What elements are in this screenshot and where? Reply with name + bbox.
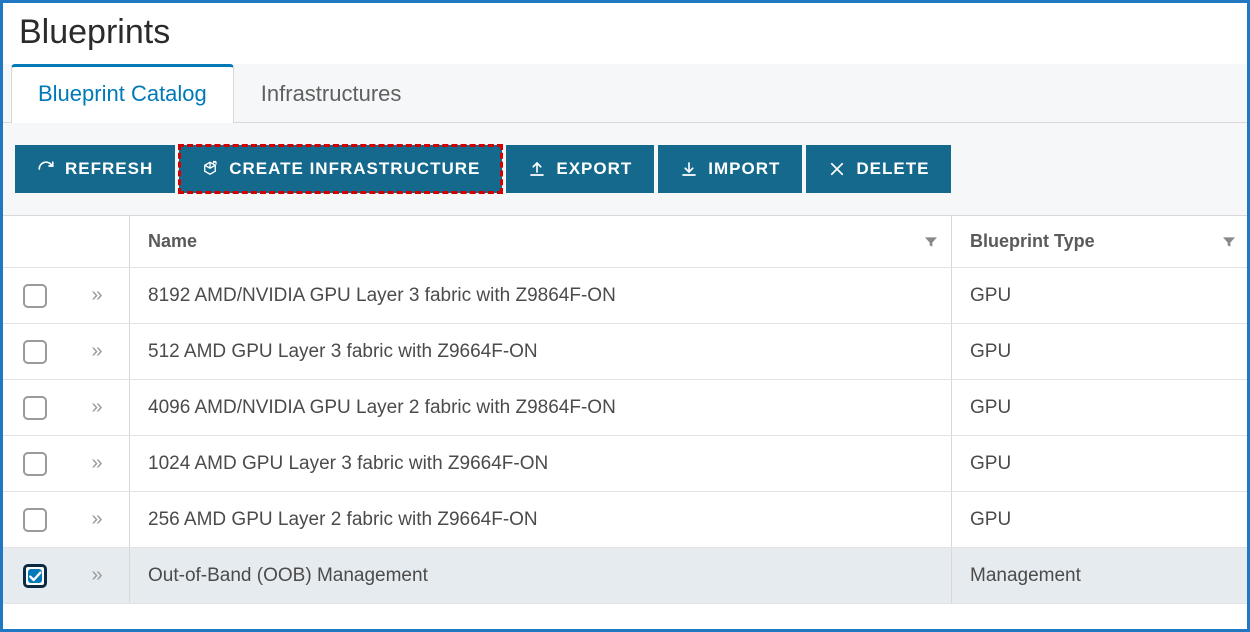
close-icon	[828, 160, 846, 178]
cell-type: GPU	[951, 268, 1211, 323]
tab-blueprint-catalog[interactable]: Blueprint Catalog	[11, 64, 234, 123]
tab-label: Blueprint Catalog	[38, 81, 207, 106]
tab-infrastructures[interactable]: Infrastructures	[234, 66, 429, 123]
column-header-label: Name	[148, 231, 197, 252]
tabs-area: Blueprint Catalog Infrastructures REFRES…	[3, 64, 1247, 215]
expand-row-icon[interactable]: »	[65, 396, 129, 419]
row-checkbox[interactable]	[23, 396, 47, 420]
toolbar-wrap: REFRESH CREATE INFRASTRUCTURE EXPORT IMP…	[3, 123, 1247, 215]
delete-button[interactable]: DELETE	[806, 145, 951, 193]
import-icon	[680, 160, 698, 178]
cell-name: 8192 AMD/NVIDIA GPU Layer 3 fabric with …	[129, 268, 911, 323]
cell-name: 256 AMD GPU Layer 2 fabric with Z9664F-O…	[129, 492, 911, 547]
import-button[interactable]: IMPORT	[658, 145, 802, 193]
blueprints-table: Name Blueprint Type »8192 AMD/NVIDIA GPU…	[3, 215, 1247, 604]
button-label: DELETE	[856, 159, 929, 179]
row-checkbox[interactable]	[23, 452, 47, 476]
column-header-name[interactable]: Name	[129, 216, 911, 267]
expand-row-icon[interactable]: »	[65, 564, 129, 587]
expand-row-icon[interactable]: »	[65, 452, 129, 475]
export-icon	[528, 160, 546, 178]
table-row: »4096 AMD/NVIDIA GPU Layer 2 fabric with…	[3, 380, 1247, 436]
page-title: Blueprints	[3, 3, 1247, 58]
refresh-icon	[37, 160, 55, 178]
table-row: »Out-of-Band (OOB) Management Management	[3, 548, 1247, 604]
table-row: »256 AMD GPU Layer 2 fabric with Z9664F-…	[3, 492, 1247, 548]
cube-arrow-icon	[201, 160, 219, 178]
row-checkbox[interactable]	[23, 564, 47, 588]
row-checkbox[interactable]	[23, 508, 47, 532]
column-header-label: Blueprint Type	[970, 231, 1095, 252]
button-label: EXPORT	[556, 159, 632, 179]
cell-name: 4096 AMD/NVIDIA GPU Layer 2 fabric with …	[129, 380, 911, 435]
expand-row-icon[interactable]: »	[65, 284, 129, 307]
filter-name-icon[interactable]	[911, 216, 951, 267]
button-label: REFRESH	[65, 159, 153, 179]
cell-type: GPU	[951, 380, 1211, 435]
cell-name: 512 AMD GPU Layer 3 fabric with Z9664F-O…	[129, 324, 911, 379]
toolbar: REFRESH CREATE INFRASTRUCTURE EXPORT IMP…	[15, 145, 1235, 193]
cell-type: GPU	[951, 324, 1211, 379]
filter-type-icon[interactable]	[1211, 216, 1247, 267]
button-label: CREATE INFRASTRUCTURE	[229, 159, 480, 179]
refresh-button[interactable]: REFRESH	[15, 145, 175, 193]
table-header-row: Name Blueprint Type	[3, 216, 1247, 268]
column-header-type[interactable]: Blueprint Type	[951, 216, 1211, 267]
cell-type: Management	[951, 548, 1211, 603]
table-row: »512 AMD GPU Layer 3 fabric with Z9664F-…	[3, 324, 1247, 380]
row-checkbox[interactable]	[23, 340, 47, 364]
cell-name: Out-of-Band (OOB) Management	[129, 548, 911, 603]
cell-type: GPU	[951, 492, 1211, 547]
cell-type: GPU	[951, 436, 1211, 491]
table-row: »1024 AMD GPU Layer 3 fabric with Z9664F…	[3, 436, 1247, 492]
create-infrastructure-button[interactable]: CREATE INFRASTRUCTURE	[179, 145, 502, 193]
button-label: IMPORT	[708, 159, 780, 179]
row-checkbox[interactable]	[23, 284, 47, 308]
expand-row-icon[interactable]: »	[65, 508, 129, 531]
app-frame: Blueprints Blueprint Catalog Infrastruct…	[0, 0, 1250, 632]
tab-bar: Blueprint Catalog Infrastructures	[3, 64, 1247, 123]
expand-row-icon[interactable]: »	[65, 340, 129, 363]
tab-label: Infrastructures	[261, 81, 402, 106]
cell-name: 1024 AMD GPU Layer 3 fabric with Z9664F-…	[129, 436, 911, 491]
table-row: »8192 AMD/NVIDIA GPU Layer 3 fabric with…	[3, 268, 1247, 324]
export-button[interactable]: EXPORT	[506, 145, 654, 193]
